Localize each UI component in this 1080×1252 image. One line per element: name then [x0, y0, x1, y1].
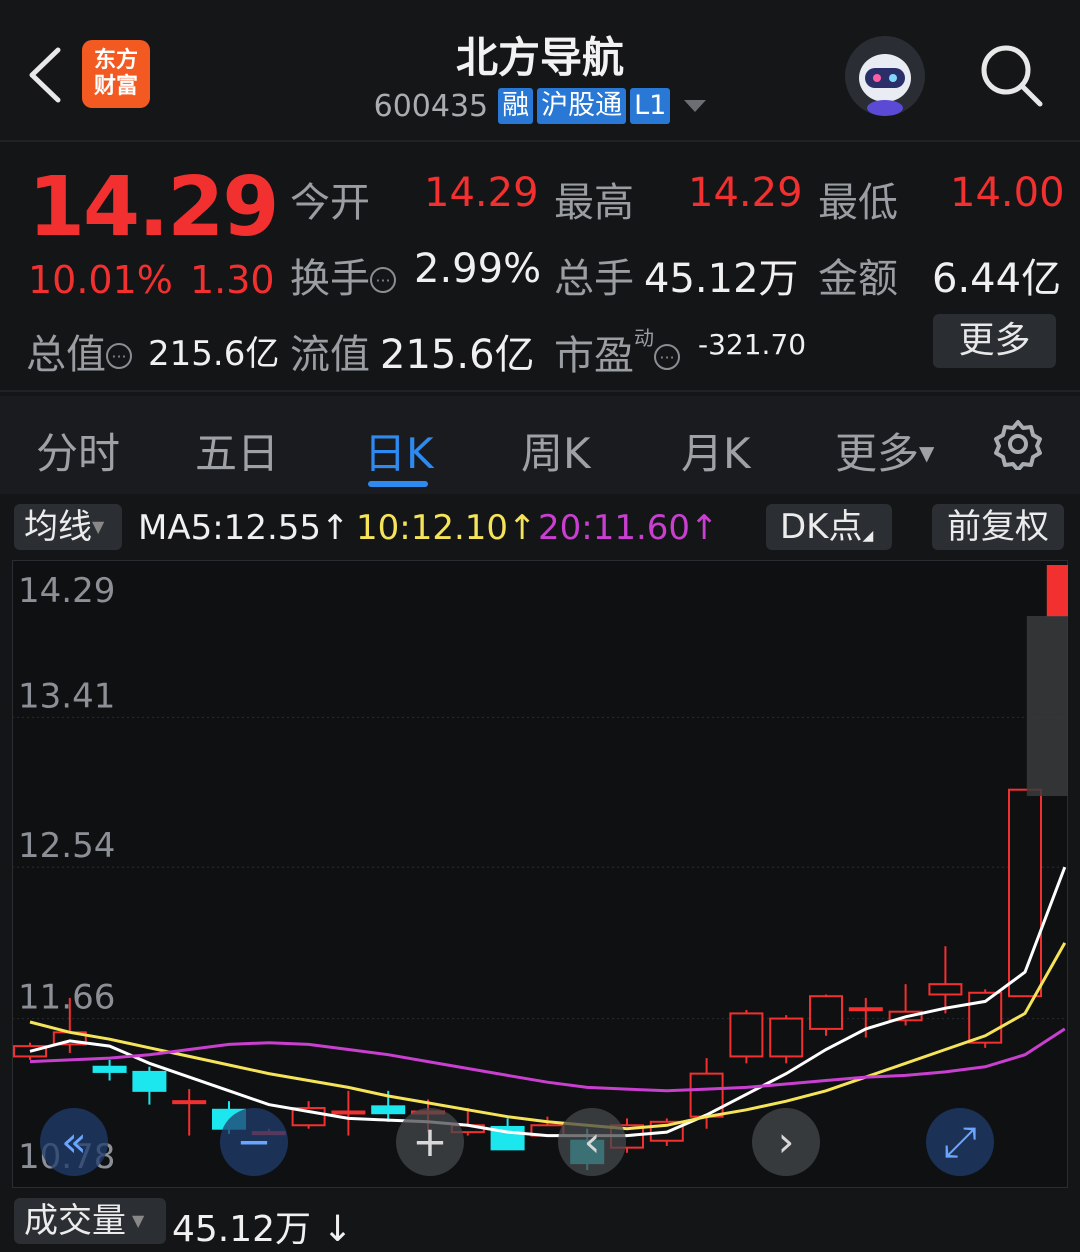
search-icon[interactable] [978, 42, 1044, 108]
volume-selector[interactable]: 成交量 ▼ [14, 1198, 166, 1244]
mktcap-label: 总值 ··· [26, 322, 132, 380]
y-tick-label: 13.41 [18, 676, 115, 716]
right-icon[interactable]: › [752, 1108, 820, 1176]
nav-button-glyph: − [236, 1117, 271, 1166]
tab-weekly-k[interactable]: 周K [521, 420, 591, 481]
open-value: 14.29 [424, 170, 539, 216]
last-price: 14.29 [28, 160, 279, 255]
candle-body [371, 1105, 406, 1115]
candle-body [132, 1070, 167, 1092]
active-tab-indicator [368, 481, 428, 487]
divider [0, 390, 1080, 392]
divider [0, 140, 1080, 142]
chart-frame [12, 560, 1068, 1188]
change-percent: 10.01% [28, 258, 173, 302]
info-dots-icon[interactable]: ··· [370, 267, 396, 293]
low-label: 最低 [818, 180, 898, 226]
expand-icon[interactable]: ⤢ [926, 1108, 994, 1176]
info-dots-icon[interactable]: ··· [106, 343, 132, 369]
amount-value: 6.44亿 [932, 256, 1062, 302]
left-icon[interactable]: ‹ [558, 1108, 626, 1176]
info-dots-icon[interactable]: ··· [654, 344, 680, 370]
tab-monthly-k[interactable]: 月K [681, 420, 751, 481]
nav-button-glyph: ‹ [584, 1117, 601, 1166]
turnover-label-text: 换手 [290, 256, 370, 302]
pe-value: -321.70 [698, 328, 807, 361]
candle-body [1046, 565, 1068, 617]
tab-five-day[interactable]: 五日 [195, 420, 279, 481]
candle-body [1008, 788, 1042, 998]
dk-point-button[interactable]: DK点◢ [766, 504, 892, 550]
tab-more[interactable]: 更多▼ [835, 420, 934, 481]
open-label: 今开 [290, 180, 370, 226]
mktcap-label-text: 总值 [26, 332, 106, 378]
volume-selector-label: 成交量 [24, 1201, 126, 1241]
robot-avatar-icon[interactable] [845, 36, 925, 116]
nav-button-glyph: + [412, 1117, 447, 1166]
dropdown-triangle-icon: ▼ [132, 1211, 145, 1230]
candle-body [928, 983, 963, 996]
float-label: 流值 [290, 332, 370, 378]
corner-triangle-icon: ◢ [862, 528, 874, 544]
amount-label: 金额 [818, 256, 898, 302]
candle-body [809, 995, 843, 1030]
nav-button-glyph: ⤢ [943, 1117, 977, 1166]
plus-icon[interactable]: + [396, 1108, 464, 1176]
high-label: 最高 [554, 180, 634, 226]
volume-value: 45.12万 [644, 256, 799, 302]
dk-point-label: DK点 [780, 507, 863, 547]
turnover-value: 2.99% [414, 246, 542, 292]
candle-body [729, 1012, 764, 1058]
tab-more-label: 更多 [835, 429, 920, 478]
change-amount: 1.30 [190, 258, 275, 302]
tab-daily-k[interactable]: 日K [364, 420, 434, 481]
turnover-label: 换手 ··· [290, 246, 396, 304]
stock-code: 600435 [373, 88, 489, 124]
hk-connect-tag: 沪股通 [537, 88, 627, 124]
dropdown-triangle-icon: ▼ [92, 517, 105, 536]
float-value: 215.6亿 [380, 332, 535, 378]
level-tag: L1 [630, 88, 671, 124]
tab-intraday[interactable]: 分时 [36, 420, 120, 481]
adjust-button[interactable]: 前复权 [932, 504, 1064, 550]
y-tick-label: 14.29 [18, 571, 115, 611]
y-tick-label: 11.66 [18, 978, 115, 1018]
limit-band [1026, 616, 1068, 796]
minus-icon[interactable]: − [220, 1108, 288, 1176]
kline-chart[interactable]: 14.2913.4112.5411.6610.78 «−+‹›⤢ [12, 560, 1068, 1188]
candle-body [92, 1065, 127, 1073]
candle-body [172, 1100, 207, 1105]
volume-indicator-value: 45.12万 ↓ [172, 1209, 353, 1250]
more-button[interactable]: 更多 [933, 314, 1056, 368]
pe-sup: 动 [634, 326, 654, 350]
mktcap-value: 215.6亿 [148, 334, 280, 374]
y-tick-label: 12.54 [18, 826, 115, 866]
candle-body [848, 1007, 883, 1012]
candle-body [331, 1110, 366, 1115]
volume-label: 总手 [554, 256, 634, 302]
ma20-value: 20:11.60↑ [538, 508, 719, 548]
indicator-selector-label: 均线 [24, 507, 92, 547]
indicator-selector[interactable]: 均线▼ [14, 504, 122, 550]
nav-button-glyph: › [778, 1117, 795, 1166]
gear-icon[interactable] [992, 418, 1044, 472]
dropdown-triangle-icon[interactable] [684, 100, 707, 112]
ma5-value: MA5:12.55↑ [138, 508, 350, 548]
candle-body [769, 1017, 804, 1058]
low-value: 14.00 [950, 170, 1065, 216]
nav-button-glyph: « [61, 1117, 87, 1166]
double-left-icon[interactable]: « [40, 1108, 108, 1176]
pe-label-text: 市盈 [554, 333, 634, 379]
ma10-value: 10:12.10↑ [356, 508, 537, 548]
pe-label: 市盈动··· [554, 322, 680, 381]
high-value: 14.29 [688, 170, 803, 216]
dropdown-triangle-icon: ▼ [919, 441, 935, 465]
margin-tag: 融 [498, 88, 534, 124]
